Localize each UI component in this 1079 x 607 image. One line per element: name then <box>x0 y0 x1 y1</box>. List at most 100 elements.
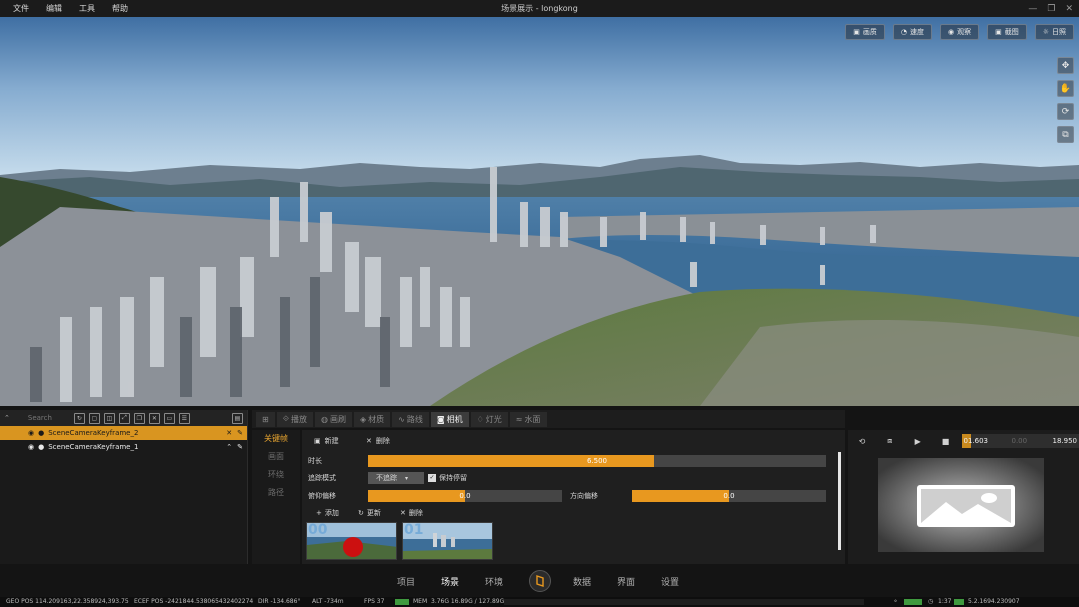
time-total: 18.950 <box>1052 437 1077 445</box>
close-icon[interactable]: ✕ <box>226 429 232 437</box>
observe-button[interactable]: ◉ 观察 <box>939 24 980 40</box>
rotate-icon[interactable]: ⟳ <box>1057 103 1074 120</box>
new-button[interactable]: ▣ 新建 <box>314 434 339 448</box>
preview-icon[interactable]: ⧈ <box>876 436 904 446</box>
tracking-label: 追踪模式 <box>308 474 336 482</box>
tab-water[interactable]: ≈ 水面 <box>509 411 547 427</box>
remove-button[interactable]: ✕ 删除 <box>400 506 423 520</box>
focus-icon[interactable]: ◫ <box>103 412 115 424</box>
nav-scene[interactable]: 场景 <box>441 575 459 588</box>
edit-icon[interactable]: ✎ <box>237 429 243 437</box>
nav-interface[interactable]: 界面 <box>617 575 635 588</box>
menu-help[interactable]: 帮助 <box>107 3 140 14</box>
duration-slider[interactable]: 6.500 <box>368 455 826 467</box>
screenshot-button[interactable]: ▣ 截图 <box>987 24 1027 40</box>
expand-icon[interactable]: ⤢ <box>118 412 130 424</box>
preview-panel: ⟲ ⧈ ▶ ■ 01.603 0.00 18.950 <box>848 430 1079 564</box>
search-input[interactable]: Search <box>14 414 70 422</box>
nav-project[interactable]: 项目 <box>397 575 415 588</box>
outliner-toolbar: ⌃ Search ↻ ▢ ◫ ⤢ ❐ ✕ ▭ ☰ ▤ <box>0 410 247 426</box>
outliner-item[interactable]: ◉ ● SceneCameraKeyframe_1 ⌃ ✎ <box>0 440 247 454</box>
signal-icon: ⚬ <box>893 598 899 605</box>
loop-icon[interactable]: ⟲ <box>848 437 876 446</box>
speed-button[interactable]: ◔ 速度 <box>892 24 932 40</box>
outliner-item[interactable]: ◉ ● SceneCameraKeyframe_2 ✕ ✎ <box>0 426 247 440</box>
nav-environment[interactable]: 环境 <box>485 575 503 588</box>
minimize-icon[interactable]: — <box>1028 4 1037 14</box>
fps-bar <box>395 599 409 605</box>
network-bar <box>904 599 922 605</box>
material-icon: ◈ <box>360 414 367 424</box>
chevron-down-icon: ▾ <box>405 474 409 482</box>
status-bar: GEO POS 114.209163,22.358924,393.75 ECEF… <box>0 597 1079 607</box>
scrollbar[interactable] <box>838 452 841 550</box>
pitch-value: 0.0 <box>459 492 471 500</box>
stop-icon[interactable]: ■ <box>932 437 960 446</box>
plus-icon: + <box>316 509 322 517</box>
tab-camera[interactable]: ◙ 相机 <box>430 411 469 427</box>
memory-bar <box>504 599 864 605</box>
select-icon[interactable]: ▭ <box>163 412 175 424</box>
tab-route[interactable]: ∿ 路线 <box>392 411 429 427</box>
app-logo-icon[interactable] <box>529 570 551 592</box>
tab-brush[interactable]: ◍ 画刷 <box>315 411 352 427</box>
frame-icon[interactable]: ▢ <box>88 412 100 424</box>
tracking-select[interactable]: 不追踪 ▾ <box>368 472 424 484</box>
tab-play[interactable]: ⟐ 播放 <box>276 411 314 427</box>
nav-data[interactable]: 数据 <box>573 575 591 588</box>
duration-value: 6.500 <box>586 457 608 465</box>
pitch-slider[interactable]: 0.0 <box>368 490 562 502</box>
visibility-icon[interactable]: ◉ <box>28 443 34 451</box>
heading-label: 方向偏移 <box>570 492 598 500</box>
nav-settings[interactable]: 设置 <box>661 575 679 588</box>
subnav-view[interactable]: 画面 <box>252 448 300 466</box>
subnav-path[interactable]: 路径 <box>252 484 300 502</box>
list-icon[interactable]: ☰ <box>178 412 190 424</box>
time-mid: 0.00 <box>1011 437 1028 445</box>
keyframe-thumbnail[interactable]: 01 <box>402 522 493 560</box>
timeline[interactable]: 01.603 0.00 18.950 <box>961 434 1079 448</box>
play-icon[interactable]: ▶ <box>904 437 932 446</box>
speed-icon: ◔ <box>900 28 907 36</box>
menu-tools[interactable]: 工具 <box>74 3 107 14</box>
viewport-side-tools: ✥ ✋ ⟳ ⧉ <box>1057 57 1074 143</box>
heading-slider[interactable]: 0.0 <box>632 490 826 502</box>
visibility-icon[interactable]: ◉ <box>28 429 34 437</box>
refresh-icon[interactable]: ↻ <box>73 412 85 424</box>
session-time: 1:37 <box>938 598 952 605</box>
copy-icon[interactable]: ❐ <box>133 412 145 424</box>
thumbnail-index: 01 <box>404 522 424 538</box>
quality-button[interactable]: ▣ 画质 <box>845 24 885 40</box>
playback-toolbar: ⟲ ⧈ ▶ ■ 01.603 0.00 18.950 <box>848 432 1079 450</box>
snapshot-icon[interactable]: ⧉ <box>1057 126 1074 143</box>
collapse-icon[interactable]: ⌃ <box>226 443 232 451</box>
direction: DIR -134.686° <box>258 598 301 605</box>
subnav-keyframe[interactable]: 关键帧 <box>252 430 300 448</box>
collapse-icon[interactable]: ⌃ <box>4 414 10 422</box>
update-button[interactable]: ↻ 更新 <box>358 506 381 520</box>
tab-grid[interactable]: ⊞ <box>256 411 275 427</box>
edit-icon[interactable]: ✎ <box>237 443 243 451</box>
panel-icon[interactable]: ▤ <box>232 412 243 424</box>
mem-value: 3.76G 16.89G / 127.89G <box>431 598 505 605</box>
delete-icon[interactable]: ✕ <box>148 412 160 424</box>
move-icon[interactable]: ✥ <box>1057 57 1074 74</box>
add-button[interactable]: + 添加 <box>316 506 339 520</box>
menu-edit[interactable]: 编辑 <box>41 3 74 14</box>
status-bar-indicator <box>954 599 964 605</box>
window-controls: — ❐ ✕ <box>1028 0 1073 17</box>
ecef-position: ECEF POS -2421844.538065432402274 <box>134 598 254 605</box>
menu-bar: 文件 编辑 工具 帮助 场景展示 - longkong — ❐ ✕ <box>0 0 1079 17</box>
subnav-orbit[interactable]: 环绕 <box>252 466 300 484</box>
tab-light[interactable]: ♢ 灯光 <box>470 411 508 427</box>
tab-material[interactable]: ◈ 材质 <box>354 411 391 427</box>
hand-icon[interactable]: ✋ <box>1057 80 1074 97</box>
keep-checkbox[interactable]: ✓ 保持停留 <box>428 471 467 485</box>
delete-button[interactable]: ✕ 删除 <box>366 434 390 448</box>
sunlight-button[interactable]: ☼ 日照 <box>1034 24 1074 40</box>
close-icon[interactable]: ✕ <box>1065 4 1073 14</box>
restore-icon[interactable]: ❐ <box>1047 4 1055 14</box>
keyframe-thumbnail[interactable]: 00 <box>306 522 397 560</box>
3d-viewport[interactable]: ▣ 画质 ◔ 速度 ◉ 观察 ▣ 截图 ☼ 日照 ✥ ✋ ⟳ ⧉ <box>0 17 1079 406</box>
menu-file[interactable]: 文件 <box>8 3 41 14</box>
